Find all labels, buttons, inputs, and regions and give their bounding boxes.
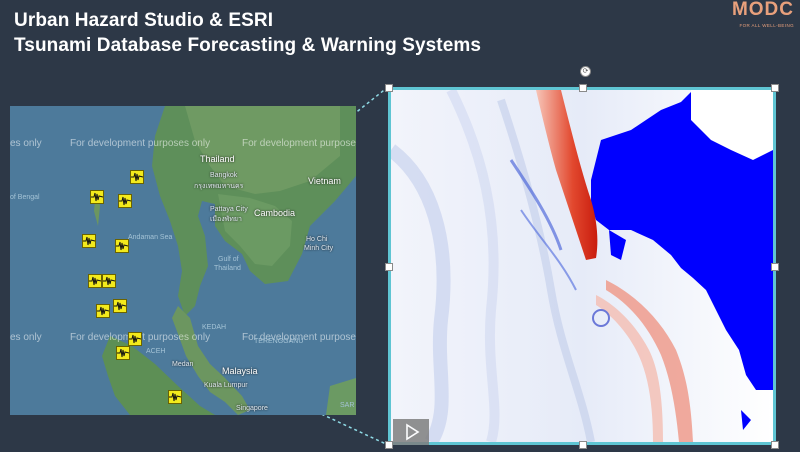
seismograph-icon[interactable] xyxy=(96,304,110,318)
map-label-gulf: Gulf of xyxy=(218,256,239,263)
map-label-pattaya-thai: เมืองพัทยา xyxy=(210,216,242,223)
seismograph-icon[interactable] xyxy=(130,170,144,184)
map-label-sarawak: SAR xyxy=(340,402,355,409)
resize-handle[interactable] xyxy=(579,84,587,92)
map-label-bangkok: Bangkok xyxy=(210,172,238,179)
resize-handle[interactable] xyxy=(771,84,779,92)
seismograph-icon[interactable] xyxy=(116,346,130,360)
map-label-bengal: of Bengal xyxy=(10,194,40,201)
seismograph-icon[interactable] xyxy=(82,234,96,248)
map-label-bangkok-thai: กรุงเทพมหานคร xyxy=(194,183,244,190)
rotate-handle-icon[interactable]: ⟳ xyxy=(580,66,591,77)
seismograph-icon[interactable] xyxy=(128,332,142,346)
map-label-medan: Medan xyxy=(172,361,194,368)
resize-handle[interactable] xyxy=(385,84,393,92)
wave-field xyxy=(391,90,773,442)
watermark: For development purposes only xyxy=(242,138,356,149)
map-label-ho-chi-minh: Ho Chi xyxy=(306,236,328,243)
seismograph-icon[interactable] xyxy=(113,299,127,313)
watermark: es only xyxy=(10,332,42,343)
map-label-vietnam: Vietnam xyxy=(308,176,341,186)
watermark: es only xyxy=(10,138,42,149)
play-button[interactable] xyxy=(393,419,429,445)
map-label-gulf: Thailand xyxy=(214,265,241,272)
resize-handle[interactable] xyxy=(385,441,393,449)
seismograph-icon[interactable] xyxy=(118,194,132,208)
play-icon xyxy=(406,423,420,441)
map-label-andaman: Andaman Sea xyxy=(128,234,173,241)
map-label-malaysia: Malaysia xyxy=(222,366,258,376)
resize-handle[interactable] xyxy=(579,441,587,449)
seismograph-icon[interactable] xyxy=(115,239,129,253)
map-label-pattaya: Pattaya City xyxy=(210,206,248,213)
resize-handle[interactable] xyxy=(385,263,393,271)
map-land xyxy=(94,106,356,415)
resize-handle[interactable] xyxy=(771,263,779,271)
map-label-cambodia: Cambodia xyxy=(254,208,296,218)
map-label-kuala-lumpur: Kuala Lumpur xyxy=(204,382,248,389)
map-label-terengganu: TERENGGANU xyxy=(254,338,304,345)
resize-handle[interactable] xyxy=(771,441,779,449)
map-label-singapore: Singapore xyxy=(236,405,268,412)
map-label-aceh: ACEH xyxy=(146,348,166,355)
seismograph-icon[interactable] xyxy=(168,390,182,404)
seismograph-icon[interactable] xyxy=(90,190,104,204)
sensor-map[interactable]: es only For development purposes only Fo… xyxy=(10,106,356,415)
seismograph-icon[interactable] xyxy=(88,274,102,288)
seismograph-icon[interactable] xyxy=(102,274,116,288)
map-label-kedah: KEDAH xyxy=(202,324,227,331)
tsunami-simulation-panel[interactable] xyxy=(388,87,776,445)
watermark: For development purposes only xyxy=(70,138,211,149)
map-label-thailand: Thailand xyxy=(200,154,235,164)
map-label-ho-chi-minh: Minh City xyxy=(304,245,334,252)
